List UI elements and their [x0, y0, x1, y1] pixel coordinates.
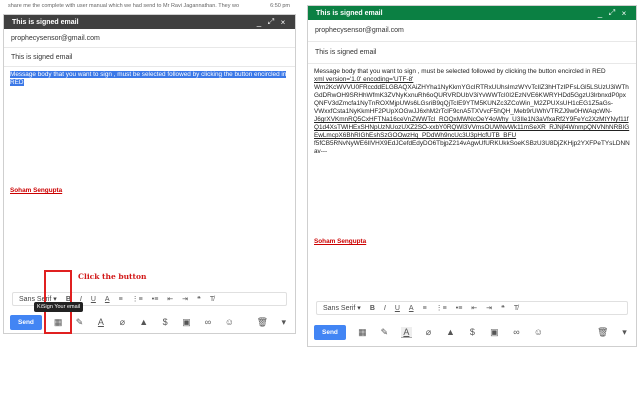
quote-icon[interactable]: ❝: [197, 295, 201, 303]
message-body[interactable]: Message body that you want to sign , mus…: [308, 64, 636, 250]
pgp-header: xml version='1.0' encoding='UTF-8': [314, 76, 630, 84]
trash-icon[interactable]: 🗑: [257, 317, 268, 328]
indent-more-icon[interactable]: ⇥: [486, 304, 492, 312]
remove-formatting-icon[interactable]: T̸: [210, 296, 214, 303]
selected-message-text: Message body that you want to sign , mus…: [10, 71, 287, 86]
pgp-line: xml version='1.0' encoding='UTF-8': [314, 76, 414, 83]
compose-actions: Send ▦ ✎ A ⌀ ▲ $ ▣ ∞ ☺ 🗑 ▾: [308, 321, 636, 343]
compose-titlebar: This is signed email _ ⤢ ×: [308, 6, 636, 20]
subject-field[interactable]: This is signed email: [308, 42, 636, 64]
align-icon[interactable]: ≡: [423, 305, 427, 312]
compose-title: This is signed email: [12, 18, 79, 26]
fullscreen-icon[interactable]: ⤢: [606, 8, 618, 18]
subject-field[interactable]: This is signed email: [4, 48, 295, 67]
minimize-icon[interactable]: _: [253, 18, 265, 27]
close-icon[interactable]: ×: [618, 9, 630, 18]
sign-button-tooltip: KiSign Your email: [34, 302, 84, 312]
numbered-list-icon[interactable]: ⋮≡: [132, 295, 143, 303]
emoji-icon[interactable]: ☺: [533, 327, 544, 337]
pgp-line: f5fCB5RNvNyWE6IlVHX9EdJCefdEdyDO6TbjpZ21…: [314, 140, 630, 155]
to-field[interactable]: prophecysensor@gmail.com: [308, 20, 636, 42]
italic-icon[interactable]: I: [384, 305, 386, 312]
sign-email-icon[interactable]: ✎: [74, 317, 84, 328]
inbox-time: 6:50 pm: [270, 3, 290, 9]
photo-icon[interactable]: ▣: [489, 327, 500, 338]
emoji-icon[interactable]: ☺: [224, 317, 234, 327]
minimize-icon[interactable]: _: [594, 9, 606, 18]
dollar-icon[interactable]: $: [467, 327, 478, 337]
fullscreen-icon[interactable]: ⤢: [265, 17, 277, 27]
underline-icon[interactable]: U: [395, 305, 400, 312]
signature: Soham Sengupta: [10, 187, 63, 194]
bulleted-list-icon[interactable]: •≡: [152, 296, 159, 303]
to-recipient: prophecysensor@gmail.com: [315, 27, 404, 34]
pgp-line: J6grXVKmnRQ5CxHFTNa16ceVnZWWTcI_ROQxMWNc…: [314, 116, 630, 140]
chevron-down-icon: ▾: [357, 305, 361, 312]
font-name: Sans Serif: [323, 304, 356, 312]
close-icon[interactable]: ×: [277, 18, 289, 27]
compose-titlebar: This is signed email _ ⤢ ×: [4, 15, 295, 29]
photo-icon[interactable]: ▣: [181, 317, 191, 328]
trash-icon[interactable]: 🗑: [597, 327, 608, 338]
quote-icon[interactable]: ❝: [501, 304, 505, 312]
numbered-list-icon[interactable]: ⋮≡: [436, 304, 447, 312]
subject-text: This is signed email: [11, 53, 73, 61]
drive-icon[interactable]: ▲: [445, 327, 456, 337]
indent-less-icon[interactable]: ⇤: [167, 295, 173, 303]
more-options-icon[interactable]: ▾: [279, 317, 289, 328]
underline-icon[interactable]: U: [91, 296, 96, 303]
indent-more-icon[interactable]: ⇥: [182, 295, 188, 303]
message-text: Message body that you want to sign , mus…: [314, 68, 606, 75]
text-color-icon[interactable]: A: [105, 296, 110, 303]
dollar-icon[interactable]: $: [160, 317, 170, 327]
align-icon[interactable]: ≡: [119, 296, 123, 303]
bold-icon[interactable]: B: [370, 305, 375, 312]
inbox-snippet: share me the complete with user manual w…: [8, 3, 240, 9]
callout-label: Click the button: [78, 272, 147, 281]
remove-formatting-icon[interactable]: T̸: [514, 305, 518, 312]
pgp-line: Wm2KcWVVU0FRccddELGBAQXAiZHYha1NyKkmYGcI…: [314, 84, 629, 107]
to-recipient: prophecysensor@gmail.com: [11, 34, 100, 42]
font-color-icon[interactable]: A: [96, 317, 106, 327]
indent-less-icon[interactable]: ⇤: [471, 304, 477, 312]
bulleted-list-icon[interactable]: •≡: [456, 305, 463, 312]
compose-window-signed: This is signed email _ ⤢ × prophecysenso…: [307, 5, 637, 347]
link-icon[interactable]: ∞: [511, 327, 522, 337]
extension-icon[interactable]: ▦: [357, 327, 368, 338]
signature: Soham Sengupta: [314, 238, 367, 245]
font-color-icon[interactable]: A: [400, 326, 412, 338]
pgp-line: VWxxfCsta1NyKkmHF2PUpXOGwJJ6xhM2rTcIF9cn…: [314, 108, 613, 115]
message-body[interactable]: Message body that you want to sign , mus…: [4, 67, 295, 199]
background-inbox-row: share me the complete with user manual w…: [0, 0, 296, 14]
compose-title: This is signed email: [316, 9, 383, 17]
subject-text: This is signed email: [315, 49, 377, 56]
drive-icon[interactable]: ▲: [139, 317, 149, 327]
more-options-icon[interactable]: ▾: [619, 327, 630, 338]
font-selector[interactable]: Sans Serif ▾: [323, 304, 361, 313]
attach-icon[interactable]: ⌀: [117, 317, 127, 328]
sign-email-icon[interactable]: ✎: [379, 327, 390, 338]
formatting-toolbar: Sans Serif ▾ B I U A ≡ ⋮≡ •≡ ⇤ ⇥ ❝ T̸: [316, 301, 628, 315]
text-color-icon[interactable]: A: [409, 305, 414, 312]
attach-icon[interactable]: ⌀: [423, 327, 434, 338]
send-button[interactable]: Send: [10, 314, 42, 330]
to-field[interactable]: prophecysensor@gmail.com: [4, 29, 295, 48]
send-button[interactable]: Send: [314, 324, 346, 340]
link-icon[interactable]: ∞: [203, 317, 213, 327]
pgp-line-underlined: J6grXVKmnRQ5CxHFTNa16ceVnZWWTcI_ROQxMWNc…: [314, 116, 630, 139]
